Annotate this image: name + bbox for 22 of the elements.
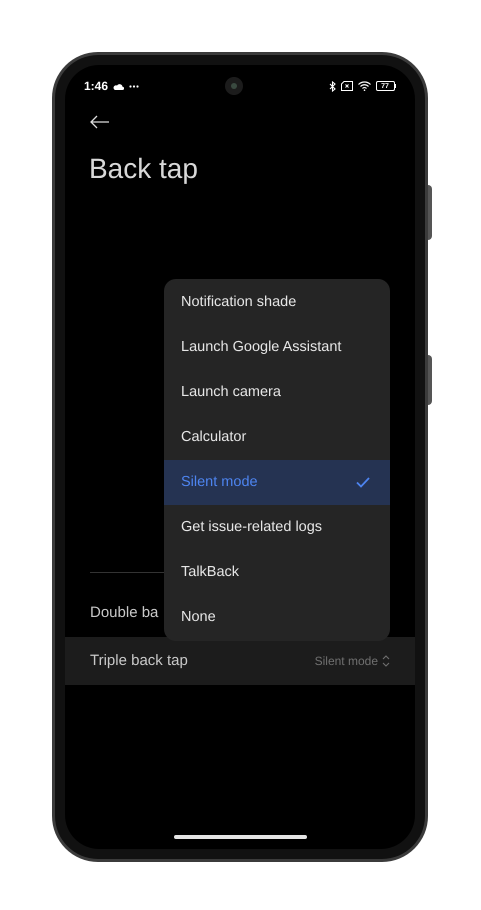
setting-row[interactable]: Triple back tap Silent mode	[65, 637, 415, 685]
menu-item[interactable]: Get issue-related logs	[164, 505, 390, 550]
bluetooth-icon	[328, 80, 336, 92]
status-time: 1:46	[84, 80, 108, 92]
check-icon	[356, 477, 370, 488]
menu-item[interactable]: Launch Google Assistant	[164, 325, 390, 370]
menu-item[interactable]: Calculator	[164, 415, 390, 460]
menu-item[interactable]: Launch camera	[164, 370, 390, 415]
sim-off-icon	[340, 81, 352, 91]
back-icon[interactable]	[90, 115, 110, 129]
setting-label: Triple back tap	[90, 650, 188, 671]
menu-item[interactable]: Silent mode	[164, 460, 390, 505]
cloud-icon	[113, 82, 124, 90]
wifi-icon	[358, 81, 370, 91]
up-down-icon	[382, 655, 390, 667]
camera-icon	[230, 83, 237, 89]
page-title: Back tap	[89, 152, 199, 186]
menu-item[interactable]: None	[164, 595, 390, 640]
more-icon	[129, 84, 140, 88]
menu-item[interactable]: Notification shade	[164, 280, 390, 325]
menu-item[interactable]: TalkBack	[164, 550, 390, 595]
setting-value: Silent mode	[314, 653, 378, 670]
